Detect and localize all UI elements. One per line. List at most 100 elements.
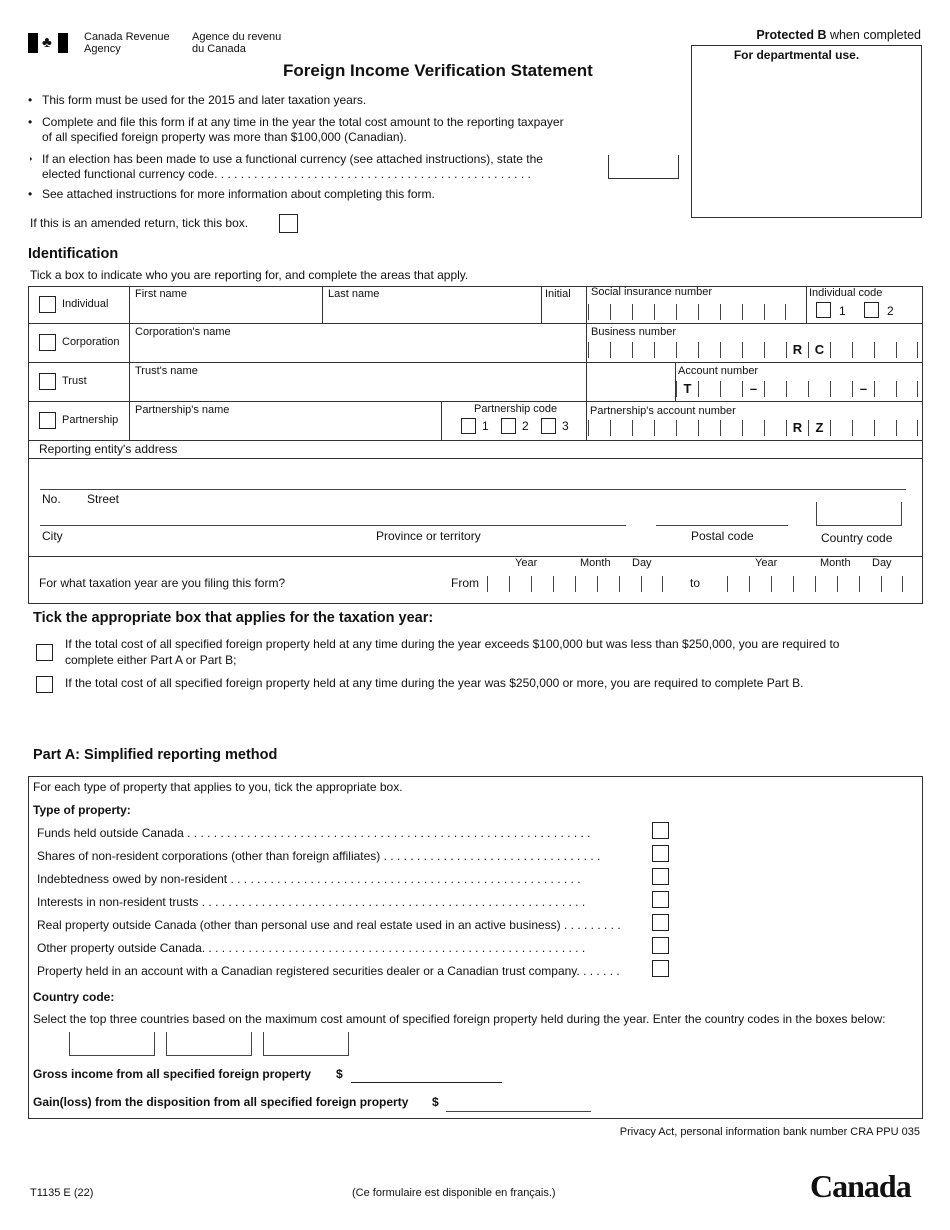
digit-cell[interactable]: [720, 381, 742, 397]
digit-cell[interactable]: [531, 576, 553, 592]
digit-cell[interactable]: [698, 304, 720, 320]
digit-cell[interactable]: [896, 342, 918, 358]
first-name-field[interactable]: [130, 300, 322, 322]
digit-cell[interactable]: [610, 420, 632, 436]
individual-code-2-checkbox[interactable]: [864, 302, 879, 318]
digit-cell[interactable]: [764, 381, 786, 397]
digit-cell[interactable]: [698, 381, 720, 397]
trust-account-number-field[interactable]: T – –: [676, 381, 918, 397]
corporation-name-field[interactable]: [130, 338, 586, 361]
digit-cell[interactable]: [588, 304, 610, 320]
digit-cell[interactable]: [509, 576, 531, 592]
amended-checkbox[interactable]: [279, 214, 298, 233]
partnership-account-field[interactable]: RZ: [588, 420, 918, 436]
digit-cell[interactable]: [553, 576, 575, 592]
digit-cell[interactable]: [727, 576, 749, 592]
digit-cell[interactable]: [575, 576, 597, 592]
digit-cell[interactable]: [764, 342, 786, 358]
gross-income-field[interactable]: [351, 1064, 502, 1083]
last-name-field[interactable]: [323, 300, 541, 322]
digit-cell[interactable]: [632, 420, 654, 436]
digit-cell[interactable]: [720, 420, 742, 436]
digit-cell[interactable]: [874, 420, 896, 436]
digit-cell[interactable]: [881, 576, 903, 592]
partnership-code-3-checkbox[interactable]: [541, 418, 556, 434]
property-type-checkbox[interactable]: [652, 891, 669, 908]
option-2-checkbox[interactable]: [36, 676, 53, 693]
digit-cell[interactable]: [830, 420, 852, 436]
digit-cell[interactable]: [874, 381, 896, 397]
digit-cell[interactable]: [588, 342, 610, 358]
gain-loss-field[interactable]: [446, 1093, 591, 1112]
digit-cell[interactable]: [771, 576, 793, 592]
partnership-checkbox[interactable]: [39, 412, 56, 429]
digit-cell[interactable]: [597, 576, 619, 592]
city-field[interactable]: [40, 502, 626, 526]
property-type-checkbox[interactable]: [652, 868, 669, 885]
trust-checkbox[interactable]: [39, 373, 56, 390]
initial-field[interactable]: [542, 300, 586, 322]
digit-cell[interactable]: [654, 342, 676, 358]
country-code-field[interactable]: [816, 502, 902, 526]
digit-cell[interactable]: [654, 304, 676, 320]
individual-code-1-checkbox[interactable]: [816, 302, 831, 318]
country-code-3-field[interactable]: [263, 1032, 349, 1056]
digit-cell[interactable]: [676, 420, 698, 436]
digit-cell[interactable]: [654, 420, 676, 436]
business-number-field[interactable]: RC: [588, 342, 918, 358]
digit-cell[interactable]: [764, 304, 786, 320]
digit-cell[interactable]: [837, 576, 859, 592]
digit-cell[interactable]: [676, 342, 698, 358]
property-type-checkbox[interactable]: [652, 845, 669, 862]
digit-cell[interactable]: [830, 342, 852, 358]
digit-cell[interactable]: [742, 342, 764, 358]
digit-cell[interactable]: [852, 420, 874, 436]
digit-cell[interactable]: [874, 342, 896, 358]
from-date-field[interactable]: [487, 576, 663, 592]
trust-name-field[interactable]: [130, 377, 675, 400]
property-type-checkbox[interactable]: [652, 960, 669, 977]
partnership-code-1-checkbox[interactable]: [461, 418, 476, 434]
digit-cell[interactable]: [808, 381, 830, 397]
digit-cell[interactable]: [588, 420, 610, 436]
digit-cell[interactable]: [742, 304, 764, 320]
digit-cell[interactable]: [742, 420, 764, 436]
partnership-name-field[interactable]: [130, 416, 441, 439]
digit-cell[interactable]: [698, 342, 720, 358]
country-code-2-field[interactable]: [166, 1032, 252, 1056]
corporation-checkbox[interactable]: [39, 334, 56, 351]
digit-cell[interactable]: [793, 576, 815, 592]
digit-cell[interactable]: [619, 576, 641, 592]
individual-checkbox[interactable]: [39, 296, 56, 313]
digit-cell[interactable]: [859, 576, 881, 592]
digit-cell[interactable]: [676, 304, 698, 320]
property-type-checkbox[interactable]: [652, 937, 669, 954]
digit-cell[interactable]: [749, 576, 771, 592]
digit-cell[interactable]: [641, 576, 663, 592]
property-type-checkbox[interactable]: [652, 822, 669, 839]
country-code-1-field[interactable]: [69, 1032, 155, 1056]
digit-cell[interactable]: [610, 304, 632, 320]
partnership-code-2-checkbox[interactable]: [501, 418, 516, 434]
digit-cell[interactable]: [764, 420, 786, 436]
property-type-checkbox[interactable]: [652, 914, 669, 931]
digit-cell[interactable]: [815, 576, 837, 592]
digit-cell[interactable]: [896, 381, 918, 397]
digit-cell[interactable]: [896, 420, 918, 436]
digit-cell[interactable]: [720, 342, 742, 358]
digit-cell[interactable]: [610, 342, 632, 358]
street-field[interactable]: [40, 466, 906, 490]
digit-cell[interactable]: [830, 381, 852, 397]
functional-currency-field[interactable]: [608, 155, 679, 179]
sin-field[interactable]: [588, 304, 786, 320]
postal-code-field[interactable]: [656, 502, 788, 526]
option-1-checkbox[interactable]: [36, 644, 53, 661]
digit-cell[interactable]: [698, 420, 720, 436]
digit-cell[interactable]: [720, 304, 742, 320]
digit-cell[interactable]: [786, 381, 808, 397]
digit-cell[interactable]: [632, 304, 654, 320]
digit-cell[interactable]: [852, 342, 874, 358]
digit-cell[interactable]: [632, 342, 654, 358]
digit-cell[interactable]: [487, 576, 509, 592]
to-date-field[interactable]: [727, 576, 903, 592]
